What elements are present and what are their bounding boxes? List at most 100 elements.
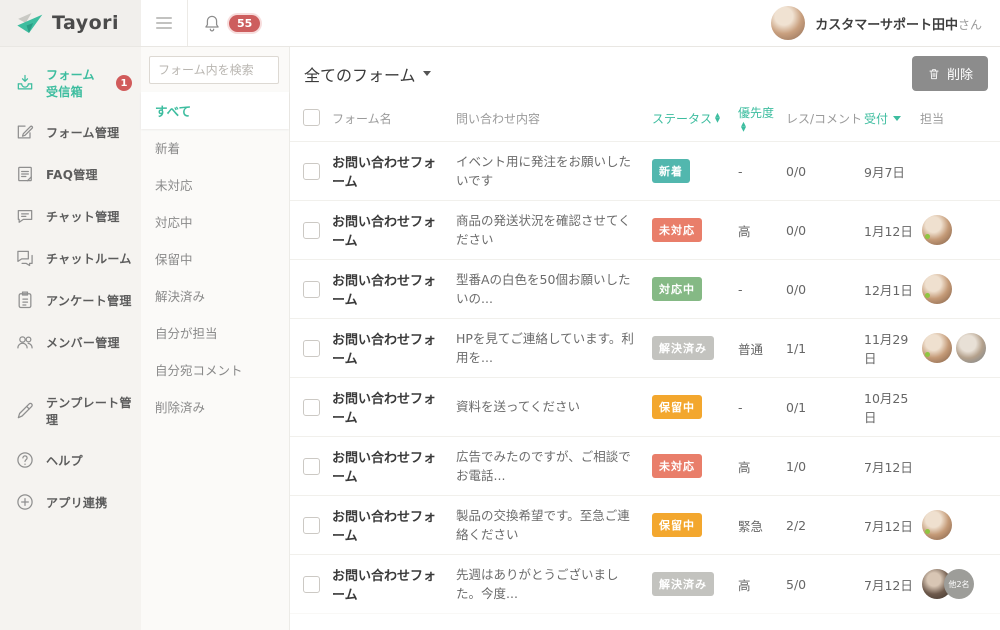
chevron-down-icon bbox=[423, 71, 431, 76]
assignee-avatar bbox=[922, 333, 952, 363]
row-inquiry: 先週はありがとうございました。今度... bbox=[456, 565, 652, 604]
filter-item-2[interactable]: 未対応 bbox=[141, 166, 289, 203]
filter-item-6[interactable]: 自分が担当 bbox=[141, 314, 289, 351]
filter-item-3[interactable]: 対応中 bbox=[141, 203, 289, 240]
sidebar-item-apps[interactable]: アプリ連携 bbox=[0, 481, 141, 523]
user-menu[interactable]: カスタマーサポート田中さん bbox=[771, 0, 1000, 46]
table-row[interactable]: お問い合わせフォーム 広告でみたのですが、ご相談でお電話... 未対応 高 1/… bbox=[290, 436, 1000, 495]
column-header-received[interactable]: 受付 bbox=[864, 110, 920, 127]
row-form-name: お問い合わせフォーム bbox=[332, 447, 456, 485]
row-checkbox[interactable] bbox=[303, 163, 320, 180]
trash-icon bbox=[927, 67, 941, 81]
sidebar-item-label: ヘルプ bbox=[46, 452, 83, 469]
row-responses: 2/2 bbox=[786, 518, 864, 533]
table-row[interactable]: お問い合わせフォーム 商品の発送状況を確認させてください 未対応 高 0/0 1… bbox=[290, 200, 1000, 259]
status-badge: 解決済み bbox=[652, 572, 714, 596]
status-badge: 新着 bbox=[652, 159, 690, 183]
table-row[interactable]: お問い合わせフォーム 資料を送ってください 保留中 - 0/1 10月25日 bbox=[290, 377, 1000, 436]
sidebar-item-inbox[interactable]: フォーム受信箱 1 bbox=[0, 55, 141, 111]
row-checkbox[interactable] bbox=[303, 399, 320, 416]
table-row[interactable]: お問い合わせフォーム 製品の交換希望です。至急ご連絡ください 保留中 緊急 2/… bbox=[290, 495, 1000, 554]
row-checkbox[interactable] bbox=[303, 576, 320, 593]
row-responses: 5/0 bbox=[786, 577, 864, 592]
sidebar-item-survey[interactable]: アンケート管理 bbox=[0, 279, 141, 321]
form-filter-label: 全てのフォーム bbox=[304, 62, 416, 86]
row-status-cell: 対応中 bbox=[652, 277, 738, 301]
sidebar-item-faq[interactable]: FAQ管理 bbox=[0, 153, 141, 195]
select-all-checkbox[interactable] bbox=[303, 109, 320, 126]
brand-logo[interactable]: Tayori bbox=[0, 0, 141, 46]
filter-item-label: 保留中 bbox=[155, 252, 193, 267]
row-checkbox[interactable] bbox=[303, 458, 320, 475]
filter-item-5[interactable]: 解決済み bbox=[141, 277, 289, 314]
filter-list: すべて 新着 未対応 対応中 保留中 解決済み 自分が担当 自分宛コメント 削除… bbox=[141, 92, 289, 425]
delete-button[interactable]: 削除 bbox=[912, 56, 988, 91]
table-row[interactable]: お問い合わせフォーム イベント用に発注をお願いしたいです 新着 - 0/0 9月… bbox=[290, 141, 1000, 200]
sort-icon: ▲▼ bbox=[741, 122, 746, 132]
row-checkbox[interactable] bbox=[303, 222, 320, 239]
sidebar-item-chat[interactable]: チャット管理 bbox=[0, 195, 141, 237]
row-form-name: お問い合わせフォーム bbox=[332, 152, 456, 190]
filter-item-0[interactable]: すべて bbox=[141, 92, 289, 129]
row-inquiry: 資料を送ってください bbox=[456, 397, 652, 416]
table-row[interactable]: お問い合わせフォーム お世話になっております。 bbox=[290, 613, 1000, 630]
sort-icon: ▲▼ bbox=[715, 113, 720, 123]
sidebar-item-label: アンケート管理 bbox=[46, 292, 132, 309]
row-responses: 0/0 bbox=[786, 282, 864, 297]
row-inquiry: 型番Aの白色を50個お願いしたいの... bbox=[456, 270, 652, 309]
filter-item-4[interactable]: 保留中 bbox=[141, 240, 289, 277]
row-checkbox[interactable] bbox=[303, 281, 320, 298]
row-responses: 0/1 bbox=[786, 400, 864, 415]
row-inquiry: 広告でみたのですが、ご相談でお電話... bbox=[456, 447, 652, 486]
row-status-cell: 新着 bbox=[652, 159, 738, 183]
filter-item-label: 新着 bbox=[155, 141, 180, 156]
search-input[interactable] bbox=[149, 56, 279, 84]
sidebar-item-form-edit[interactable]: フォーム管理 bbox=[0, 111, 141, 153]
form-filter-dropdown[interactable]: 全てのフォーム bbox=[304, 62, 431, 86]
bell-icon bbox=[202, 13, 222, 33]
inbox-icon bbox=[15, 73, 35, 93]
table-row[interactable]: お問い合わせフォーム 先週はありがとうございました。今度... 解決済み 高 5… bbox=[290, 554, 1000, 613]
column-header-responses: レス/コメント bbox=[786, 110, 864, 127]
table-row[interactable]: お問い合わせフォーム HPを見てご連絡しています。利用を... 解決済み 普通 … bbox=[290, 318, 1000, 377]
status-badge: 対応中 bbox=[652, 277, 702, 301]
row-received-date: 7月12日 bbox=[864, 575, 920, 594]
help-icon bbox=[15, 450, 35, 470]
sidebar-item-template[interactable]: テンプレート管理 bbox=[0, 383, 141, 439]
filter-item-label: 削除済み bbox=[155, 400, 205, 415]
sidebar-item-label: テンプレート管理 bbox=[46, 394, 141, 428]
row-status-cell: 解決済み bbox=[652, 336, 738, 360]
delete-button-label: 削除 bbox=[947, 64, 973, 83]
row-priority: 高 bbox=[738, 457, 786, 476]
filter-item-1[interactable]: 新着 bbox=[141, 129, 289, 166]
brand-name: Tayori bbox=[52, 12, 119, 34]
filter-item-label: すべて bbox=[155, 104, 191, 119]
assignee-cell bbox=[920, 510, 1000, 540]
sidebar-item-label: フォーム受信箱 bbox=[46, 66, 105, 100]
row-responses: 0/0 bbox=[786, 223, 864, 238]
assignee-avatar bbox=[922, 274, 952, 304]
table-row[interactable]: お問い合わせフォーム 型番Aの白色を50個お願いしたいの... 対応中 - 0/… bbox=[290, 259, 1000, 318]
status-badge: 保留中 bbox=[652, 395, 702, 419]
row-checkbox[interactable] bbox=[303, 517, 320, 534]
sidebar-item-help[interactable]: ヘルプ bbox=[0, 439, 141, 481]
row-form-name: お問い合わせフォーム bbox=[332, 565, 456, 603]
column-header-status[interactable]: ステータス ▲▼ bbox=[652, 110, 738, 127]
row-priority: - bbox=[738, 282, 786, 297]
filter-item-7[interactable]: 自分宛コメント bbox=[141, 351, 289, 388]
notification-count: 55 bbox=[229, 15, 260, 32]
row-status-cell: 保留中 bbox=[652, 395, 738, 419]
filter-item-8[interactable]: 削除済み bbox=[141, 388, 289, 425]
hamburger-menu-icon[interactable] bbox=[141, 0, 188, 46]
notification-count-pill: 55 bbox=[227, 13, 262, 34]
column-header-form-name: フォーム名 bbox=[332, 110, 456, 127]
sidebar-item-members[interactable]: メンバー管理 bbox=[0, 321, 141, 363]
sidebar-item-chat-room[interactable]: チャットルーム bbox=[0, 237, 141, 279]
chat-icon bbox=[15, 206, 35, 226]
row-priority: - bbox=[738, 400, 786, 415]
apps-icon bbox=[15, 492, 35, 512]
column-header-priority[interactable]: 優先度 ▲▼ bbox=[738, 104, 786, 132]
notifications-button[interactable]: 55 bbox=[188, 0, 276, 46]
row-received-date: 1月12日 bbox=[864, 221, 920, 240]
row-checkbox[interactable] bbox=[303, 340, 320, 357]
